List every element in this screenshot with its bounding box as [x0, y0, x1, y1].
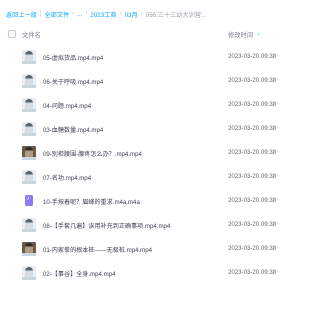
audio-file-icon [22, 194, 36, 208]
video-thumbnail-icon [22, 98, 36, 112]
video-thumbnail-icon [22, 266, 36, 280]
file-row[interactable]: 02-【事谷】全身.mp4.mp4 2023-03-20 09:38 [0, 261, 310, 285]
file-modified-time: 2023-03-20 09:38 [228, 149, 277, 156]
breadcrumb-separator: | [39, 11, 42, 17]
file-list-header: 文件名 修改时间 ↓ [0, 26, 310, 42]
file-name[interactable]: 08-【手套几遍】诶用补充到正确事项.mp4.mp4 [43, 221, 170, 230]
file-name[interactable]: 04-问题.mp4.mp4 [43, 101, 91, 110]
file-modified-time: 2023-03-20 09:38 [228, 77, 277, 84]
file-row[interactable]: 09-别担腰围-腰疼怎么办？.mp4.mp4 2023-03-20 09:38 [0, 141, 310, 165]
file-name[interactable]: 03-血糖数量.mp4.mp4 [43, 125, 103, 134]
sort-down-arrow-icon[interactable]: ↓ [257, 31, 260, 38]
column-header-modified-time-label: 修改时间 [228, 32, 254, 39]
file-row[interactable]: 10-手按着呢？眉峰的重求.m4a.m4a 2023-03-20 09:38 [0, 189, 310, 213]
file-row[interactable]: 03-血糖数量.mp4.mp4 2023-03-20 09:38 [0, 117, 310, 141]
file-modified-time: 2023-03-20 09:38 [228, 269, 277, 276]
file-name[interactable]: 01-内家拳的根本桩——无极桩.mp4.mp4 [43, 245, 152, 254]
video-thumbnail-icon [22, 218, 36, 232]
video-thumbnail-icon [22, 146, 36, 160]
breadcrumb-item-current: 056.三十三幼大训营... [145, 11, 207, 19]
chevron-right-icon: › [140, 11, 143, 17]
file-modified-time: 2023-03-20 09:38 [228, 245, 277, 252]
file-name[interactable]: 09-别担腰围-腰疼怎么办？.mp4.mp4 [43, 149, 142, 158]
file-name[interactable]: 02-【事谷】全身.mp4.mp4 [43, 269, 115, 278]
video-thumbnail-icon [22, 242, 36, 256]
file-name[interactable]: 07-名功.mp4.mp4 [43, 173, 91, 182]
video-thumbnail-icon [22, 50, 36, 64]
file-list: 05-虚拟货品.mp4.mp4 2023-03-20 09:38 06-关于呼吸.m… [0, 45, 310, 285]
file-modified-time: 2023-03-20 09:38 [228, 221, 277, 228]
file-modified-time: 2023-03-20 09:38 [228, 197, 277, 204]
select-all-checkbox[interactable] [8, 30, 16, 38]
breadcrumb-item-folder-march[interactable]: 03月 [125, 10, 138, 19]
column-header-filename[interactable]: 文件名 [22, 30, 41, 39]
breadcrumb-item-folder-2023[interactable]: 2023工商 [90, 10, 116, 19]
chevron-right-icon: › [119, 11, 122, 17]
column-header-modified-time[interactable]: 修改时间 ↓ [228, 30, 260, 39]
file-modified-time: 2023-03-20 09:38 [228, 101, 277, 108]
video-thumbnail-icon [22, 122, 36, 136]
file-modified-time: 2023-03-20 09:38 [228, 125, 277, 132]
file-modified-time: 2023-03-20 09:38 [228, 53, 277, 60]
breadcrumb-item-ellipsis[interactable]: ... [77, 11, 82, 18]
breadcrumb-back-link[interactable]: 返回上一级 [6, 10, 37, 19]
file-row[interactable]: 04-问题.mp4.mp4 2023-03-20 09:38 [0, 93, 310, 117]
file-row[interactable]: 08-【手套几遍】诶用补充到正确事项.mp4.mp4 2023-03-20 09:… [0, 213, 310, 237]
breadcrumb: 返回上一级 | 全部文件 › ... › 2023工商 › 03月 › 056.… [6, 8, 206, 20]
chevron-right-icon: › [72, 11, 75, 17]
video-thumbnail-icon [22, 170, 36, 184]
chevron-right-icon: › [85, 11, 88, 17]
file-name[interactable]: 10-手按着呢？眉峰的重求.m4a.m4a [43, 197, 140, 206]
video-thumbnail-icon [22, 74, 36, 88]
file-name[interactable]: 05-虚拟货品.mp4.mp4 [43, 53, 103, 62]
breadcrumb-item-all-files[interactable]: 全部文件 [45, 10, 70, 19]
file-row[interactable]: 05-虚拟货品.mp4.mp4 2023-03-20 09:38 [0, 45, 310, 69]
file-row[interactable]: 06-关于呼吸.mp4.mp4 2023-03-20 09:38 [0, 69, 310, 93]
file-row[interactable]: 01-内家拳的根本桩——无极桩.mp4.mp4 2023-03-20 09:38 [0, 237, 310, 261]
file-name[interactable]: 06-关于呼吸.mp4.mp4 [43, 77, 103, 86]
file-modified-time: 2023-03-20 09:38 [228, 173, 277, 180]
file-row[interactable]: 07-名功.mp4.mp4 2023-03-20 09:38 [0, 165, 310, 189]
